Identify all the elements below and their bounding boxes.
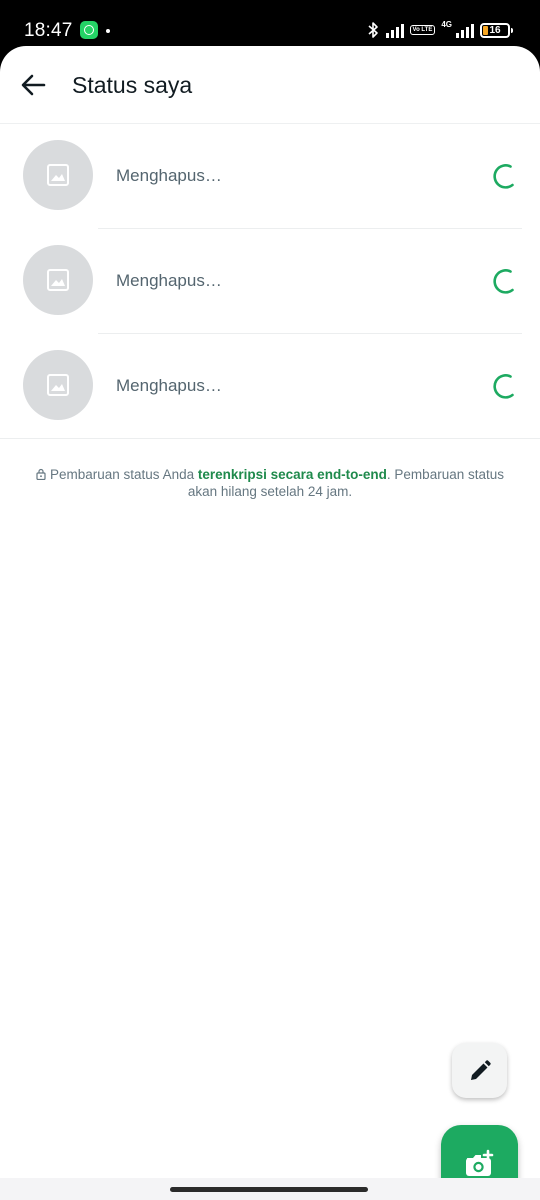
status-item[interactable]: Menghapus… <box>0 124 540 229</box>
status-item[interactable]: Menghapus… <box>0 229 540 334</box>
status-thumbnail <box>23 350 93 420</box>
battery-level: 16 <box>489 24 501 36</box>
arrow-left-icon <box>21 74 46 96</box>
status-item-label: Menghapus… <box>116 166 222 185</box>
camera-status-button[interactable] <box>441 1125 518 1178</box>
system-navigation-bar <box>0 1178 540 1200</box>
volte-icon: Vo LTE <box>409 25 436 35</box>
notice-text-prefix: Pembaruan status Anda <box>50 467 198 482</box>
status-screen: Status saya Menghapus… Menghapus… Mengha… <box>0 46 540 1178</box>
back-button[interactable] <box>14 66 52 104</box>
status-thumbnail <box>23 140 93 210</box>
system-indicators: Vo LTE 4G 16 <box>366 20 513 40</box>
image-icon <box>47 164 69 186</box>
battery-icon: 16 <box>480 22 513 38</box>
encryption-notice: Pembaruan status Anda terenkripsi secara… <box>30 466 510 500</box>
bluetooth-icon <box>368 22 378 38</box>
status-item-label: Menghapus… <box>116 376 222 395</box>
camera-plus-icon <box>465 1149 493 1176</box>
status-item[interactable]: Menghapus… <box>0 334 540 439</box>
app-bar: Status saya <box>0 46 540 124</box>
encryption-link[interactable]: terenkripsi secara end-to-end <box>198 467 387 482</box>
page-title: Status saya <box>72 72 193 98</box>
signal-strength-icon <box>385 22 404 38</box>
more-notifications-dot <box>106 29 110 33</box>
image-icon <box>47 269 69 291</box>
loading-spinner-icon <box>493 164 514 189</box>
home-gesture-handle[interactable] <box>170 1187 368 1192</box>
divider <box>0 438 540 439</box>
signal-strength-icon-2 <box>456 22 474 38</box>
image-icon <box>47 374 69 396</box>
pencil-icon <box>470 1059 491 1080</box>
status-item-label: Menghapus… <box>116 271 222 290</box>
loading-spinner-icon <box>493 269 514 294</box>
text-status-button[interactable] <box>452 1043 507 1098</box>
network-type-label: 4G <box>441 20 452 29</box>
status-thumbnail <box>23 245 93 315</box>
my-status-list: Menghapus… Menghapus… Menghapus… <box>0 124 540 439</box>
lock-icon <box>36 468 46 480</box>
whatsapp-notification-icon <box>80 21 98 39</box>
clock: 18:47 <box>24 20 73 41</box>
loading-spinner-icon <box>493 374 514 399</box>
